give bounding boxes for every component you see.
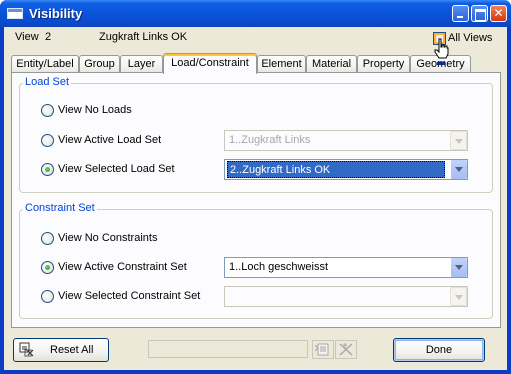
tab-group[interactable]: Group bbox=[79, 55, 120, 73]
pick-tool-icon[interactable] bbox=[335, 340, 357, 359]
chevron-down-icon[interactable] bbox=[450, 287, 467, 306]
view-active-load-set-radio[interactable] bbox=[41, 134, 54, 147]
view-active-load-set-label[interactable]: View Active Load Set bbox=[58, 134, 161, 146]
done-button[interactable]: Done bbox=[393, 338, 485, 362]
view-number: 2 bbox=[45, 31, 52, 43]
tab-layer[interactable]: Layer bbox=[120, 55, 163, 73]
status-field bbox=[148, 340, 308, 358]
active-constraint-set-combo[interactable]: 1..Loch geschweisst bbox=[224, 257, 468, 278]
active-load-set-combo[interactable]: 1..Zugkraft Links bbox=[224, 130, 468, 151]
view-active-constraint-set-radio[interactable] bbox=[41, 261, 54, 274]
window-icon bbox=[7, 8, 23, 19]
view-selected-constraint-set-label[interactable]: View Selected Constraint Set bbox=[58, 290, 200, 302]
tab-property[interactable]: Property bbox=[357, 55, 410, 73]
view-no-constraints-radio[interactable] bbox=[41, 232, 54, 245]
view-selected-constraint-set-radio[interactable] bbox=[41, 290, 54, 303]
visibility-dialog: Visibility ✕ View 2 Zugkraft Links OK Al… bbox=[0, 0, 511, 374]
tab-panel-load-constraint: Load Set View No Loads View Active Load … bbox=[11, 72, 501, 328]
window-title: Visibility bbox=[29, 6, 83, 21]
view-label: View bbox=[15, 31, 39, 43]
chevron-down-icon[interactable] bbox=[450, 160, 467, 179]
selected-load-set-value: 2..Zugkraft Links OK bbox=[227, 161, 445, 178]
selected-load-set-combo[interactable]: 2..Zugkraft Links OK bbox=[224, 159, 468, 180]
reset-all-icon bbox=[19, 342, 34, 357]
active-load-set-value: 1..Zugkraft Links bbox=[229, 134, 311, 146]
load-set-title: Load Set bbox=[23, 76, 72, 88]
reset-all-label: Reset All bbox=[50, 344, 94, 356]
hand-pointer-icon bbox=[434, 38, 449, 59]
view-active-constraint-set-label[interactable]: View Active Constraint Set bbox=[58, 261, 187, 273]
constraint-set-title: Constraint Set bbox=[23, 202, 97, 214]
view-no-constraints-label[interactable]: View No Constraints bbox=[58, 232, 157, 244]
cursor-marker bbox=[437, 62, 445, 65]
view-no-loads-label[interactable]: View No Loads bbox=[58, 104, 132, 116]
title-bar[interactable]: Visibility ✕ bbox=[0, 0, 511, 27]
close-button[interactable]: ✕ bbox=[490, 5, 507, 22]
view-no-loads-radio[interactable] bbox=[41, 104, 54, 117]
tab-material[interactable]: Material bbox=[306, 55, 357, 73]
reset-all-button[interactable]: Reset All bbox=[13, 338, 109, 362]
selected-constraint-set-combo[interactable] bbox=[224, 286, 468, 307]
all-views-label[interactable]: All Views bbox=[448, 32, 492, 44]
minimize-button[interactable] bbox=[452, 5, 469, 22]
view-selected-load-set-radio[interactable] bbox=[41, 163, 54, 176]
tab-load-constraint[interactable]: Load/Constraint bbox=[163, 53, 257, 74]
chevron-down-icon[interactable] bbox=[450, 258, 467, 277]
maximize-button[interactable] bbox=[471, 5, 488, 22]
view-name: Zugkraft Links OK bbox=[99, 31, 188, 43]
tab-element[interactable]: Element bbox=[257, 55, 306, 73]
chevron-down-icon[interactable] bbox=[450, 131, 467, 150]
active-constraint-set-value: 1..Loch geschweisst bbox=[229, 261, 329, 273]
close-icon: ✕ bbox=[493, 6, 504, 20]
dialog-client: View 2 Zugkraft Links OK All Views Entit… bbox=[4, 27, 507, 370]
list-tool-icon[interactable] bbox=[312, 340, 334, 359]
tab-entity-label[interactable]: Entity/Label bbox=[11, 55, 79, 73]
view-selected-load-set-label[interactable]: View Selected Load Set bbox=[58, 163, 175, 175]
